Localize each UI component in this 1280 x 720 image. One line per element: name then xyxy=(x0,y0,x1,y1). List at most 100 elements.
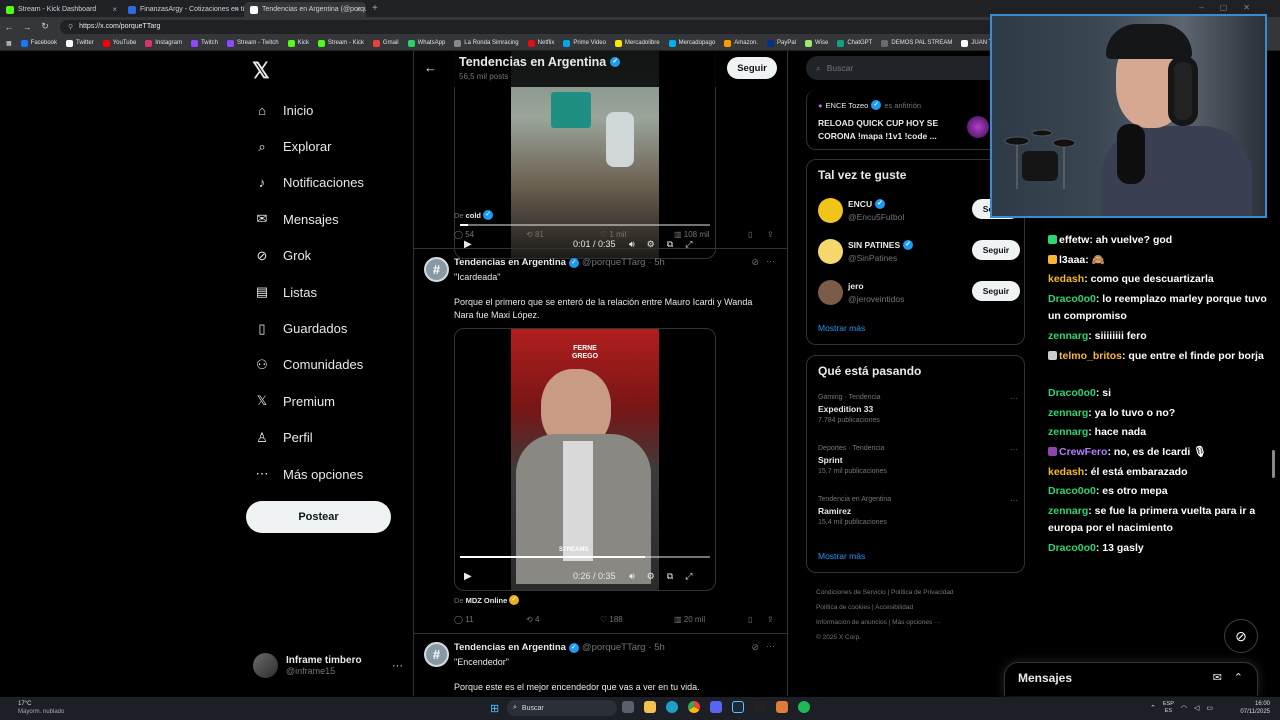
steam-icon[interactable] xyxy=(732,701,744,713)
suggested-account[interactable]: jero @jeroveintidos Seguir xyxy=(818,280,1020,312)
like-button[interactable]: ♡ 1 mil xyxy=(600,230,626,239)
wifi-icon[interactable]: ◠ xyxy=(1181,704,1187,712)
retweet-button[interactable]: ⟲ 81 xyxy=(526,230,544,239)
windows-start-icon[interactable]: ⊞ xyxy=(490,702,499,715)
more-icon[interactable]: ··· xyxy=(766,256,775,266)
bookmark-item[interactable]: Gmail xyxy=(372,39,399,47)
reply-button[interactable]: ◯ 11 xyxy=(454,615,474,624)
author-name[interactable]: Tendencias en Argentina xyxy=(454,642,566,653)
bookmark-item[interactable]: Mercadolibre xyxy=(614,39,660,47)
bookmark-item[interactable]: DEMOS PAL STREAM xyxy=(881,39,952,47)
chat-username[interactable]: Draco0o0 xyxy=(1048,485,1096,497)
chat-username[interactable]: telmo_britos xyxy=(1059,350,1122,362)
new-tab-icon[interactable]: + xyxy=(372,3,378,14)
browser-tab[interactable]: Stream - Kick Dashboard × xyxy=(0,2,122,17)
author-handle[interactable]: @porqueTTarg xyxy=(582,642,646,653)
bookmark-item[interactable]: Twitter xyxy=(66,39,94,47)
footer-link[interactable]: Política de cookies xyxy=(816,604,870,611)
more-icon[interactable]: ··· xyxy=(392,660,403,672)
nav-item-m-s-opciones[interactable]: ⋯ Más opciones xyxy=(246,456,364,492)
site-info-icon[interactable]: ⚲ xyxy=(68,23,73,31)
play-icon[interactable]: ▶ xyxy=(464,571,472,582)
views-button[interactable]: ▥ 108 mil xyxy=(674,230,710,239)
views-button[interactable]: ▥ 20 mil xyxy=(674,615,705,624)
footer-link[interactable]: Información de anuncios xyxy=(816,619,887,626)
bookmark-item[interactable]: Wise xyxy=(805,39,828,47)
footer-link[interactable]: Accesibilidad xyxy=(875,604,913,611)
footer-link[interactable]: Más opciones ··· xyxy=(892,619,940,626)
chat-username[interactable]: Draco0o0 xyxy=(1048,293,1096,305)
apps-icon[interactable]: ▦ xyxy=(6,40,12,47)
nav-item-notificaciones[interactable]: ♪ Notificaciones xyxy=(246,165,364,201)
trend-item[interactable]: Gaming · Tendencia Expedition 33 7.784 pub… xyxy=(818,394,1018,424)
bookmark-item[interactable]: Stream - Kick xyxy=(317,39,364,47)
trend-item[interactable]: Tendencia en Argentina Ramirez 15,4 mil pu… xyxy=(818,496,1018,526)
bookmark-item[interactable]: Prime Video xyxy=(563,39,606,47)
discord-icon[interactable] xyxy=(710,701,722,713)
nav-item-mensajes[interactable]: ✉ Mensajes xyxy=(246,201,364,237)
author-name[interactable]: Tendencias en Argentina xyxy=(454,257,566,268)
volume-icon[interactable]: ◁ xyxy=(1194,704,1199,712)
browser-tab[interactable]: FinanzasArgy - Cotizaciones en ti... × xyxy=(122,2,244,17)
bookmark-item[interactable]: Twitch xyxy=(190,39,218,47)
x-logo-icon[interactable]: 𝕏 xyxy=(252,58,270,84)
chat-username[interactable]: zennarg xyxy=(1048,330,1088,342)
fullscreen-icon[interactable]: ⤢ xyxy=(685,571,692,582)
messages-drawer[interactable]: Mensajes ✉ ⌃ xyxy=(1004,662,1258,696)
pip-icon[interactable]: ⧉ xyxy=(667,571,673,582)
share-icon[interactable]: ⇪ xyxy=(767,230,774,239)
bookmark-item[interactable]: Instagram xyxy=(145,39,182,47)
search-input[interactable]: ⌕ Buscar xyxy=(806,56,1006,80)
chat-username[interactable]: zennarg xyxy=(1048,505,1088,517)
nav-item-explorar[interactable]: ⌕ Explorar xyxy=(246,128,364,164)
footer-link[interactable]: Política de Privacidad xyxy=(891,589,954,596)
edge-icon[interactable] xyxy=(666,701,678,713)
bookmark-item[interactable]: Facebook xyxy=(20,39,57,47)
reload-icon[interactable]: ↻ xyxy=(36,21,54,32)
nav-item-premium[interactable]: 𝕏 Premium xyxy=(246,383,364,419)
bookmark-icon[interactable]: ▯ xyxy=(748,230,752,239)
nav-item-grok[interactable]: ⊘ Grok xyxy=(246,238,364,274)
battery-icon[interactable]: ▭ xyxy=(1206,704,1213,712)
video-progress-bar[interactable] xyxy=(460,556,710,558)
chat-username[interactable]: Draco0o0 xyxy=(1048,542,1096,554)
close-icon[interactable]: × xyxy=(234,5,239,14)
bookmark-item[interactable]: Kick xyxy=(287,39,309,47)
capcut-icon[interactable] xyxy=(754,701,766,713)
avatar[interactable]: # xyxy=(424,257,449,282)
source-name[interactable]: MDZ Online xyxy=(466,596,508,605)
settings-icon[interactable]: ⚙ xyxy=(647,571,655,582)
nav-item-perfil[interactable]: ♙ Perfil xyxy=(246,420,364,456)
grok-compose-icon[interactable]: ⊘ xyxy=(1224,619,1258,653)
back-icon[interactable]: ← xyxy=(0,22,18,32)
more-icon[interactable]: ··· xyxy=(766,641,775,651)
more-icon[interactable]: ··· xyxy=(1010,445,1018,454)
close-icon[interactable]: × xyxy=(356,5,361,14)
like-button[interactable]: ♡ 188 xyxy=(600,615,623,624)
chat-username[interactable]: kedash xyxy=(1048,273,1084,285)
forward-icon[interactable]: → xyxy=(18,22,36,32)
tweet-time[interactable]: · 5h xyxy=(648,642,664,653)
more-icon[interactable]: ··· xyxy=(1010,496,1018,505)
chat-username[interactable]: kedash xyxy=(1048,466,1084,478)
author-handle[interactable]: @porqueTTarg xyxy=(582,257,646,268)
spotify-icon[interactable] xyxy=(798,701,810,713)
nav-item-guardados[interactable]: ▯ Guardados xyxy=(246,310,364,346)
show-more-link[interactable]: Mostrar más xyxy=(818,551,865,561)
suggested-account[interactable]: ENCU✓@Encu5FutbolSeguir xyxy=(818,198,1020,230)
follow-button[interactable]: Seguir xyxy=(972,240,1020,260)
chat-username[interactable]: zennarg xyxy=(1048,407,1088,419)
bookmark-item[interactable]: La Ronda Simracing xyxy=(454,39,519,47)
chat-username[interactable]: zennarg xyxy=(1048,426,1088,438)
chevron-up-icon[interactable]: ⌃ xyxy=(1150,704,1156,712)
back-arrow-icon[interactable]: ← xyxy=(424,60,437,75)
bookmark-item[interactable]: Netflix xyxy=(527,39,554,47)
bookmark-item[interactable]: ChatGPT xyxy=(837,39,872,47)
retweet-button[interactable]: ⟲ 4 xyxy=(526,615,539,624)
bookmark-icon[interactable]: ▯ xyxy=(748,615,752,624)
show-more-link[interactable]: Mostrar más xyxy=(818,323,865,333)
video-player[interactable]: FERNE GREGO STREAMS ▶ 0:26 / 0:35 🔊︎ ⚙ ⧉… xyxy=(454,328,716,591)
grok-icon[interactable]: ⊘ xyxy=(751,642,759,653)
new-message-icon[interactable]: ✉ xyxy=(1213,671,1222,684)
bookmark-item[interactable]: Stream - Twitch xyxy=(226,39,279,47)
